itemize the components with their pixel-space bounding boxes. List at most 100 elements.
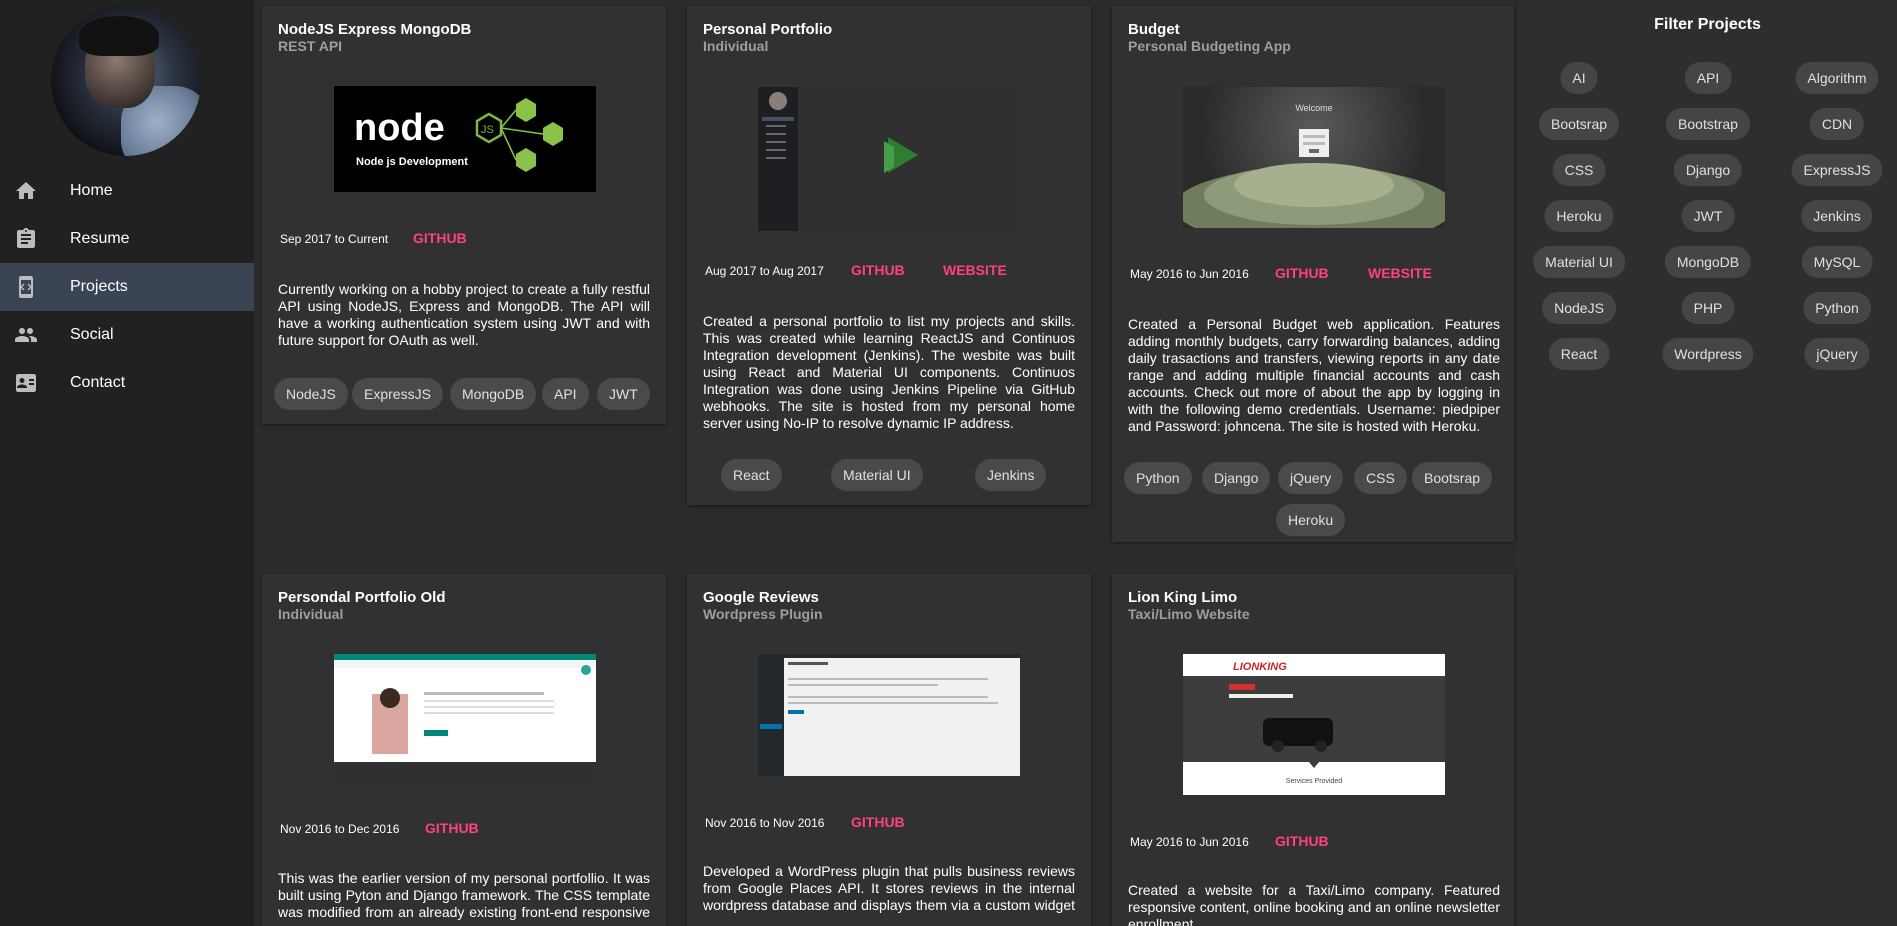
project-description: Created a website for a Taxi/Limo compan… — [1128, 882, 1500, 926]
project-subtitle: Taxi/Limo Website — [1128, 606, 1250, 622]
filter-chip[interactable]: Algorithm — [1795, 62, 1879, 94]
github-link[interactable]: GITHUB — [425, 820, 479, 836]
filter-chip[interactable]: React — [1548, 338, 1610, 370]
project-subtitle: Individual — [703, 38, 769, 54]
nav-item-social[interactable]: Social — [0, 311, 254, 359]
project-title: Google Reviews — [703, 589, 819, 606]
project-image — [334, 654, 596, 782]
tag-chip[interactable]: Django — [1202, 462, 1271, 494]
github-link[interactable]: GITHUB — [413, 230, 467, 246]
clipboard-icon — [17, 228, 35, 248]
image-caption: Services Provided — [1285, 778, 1343, 785]
tag-chip[interactable]: NodeJS — [274, 378, 348, 410]
home-icon — [16, 182, 36, 199]
filter-chip[interactable]: NodeJS — [1542, 292, 1616, 324]
project-date: May 2016 to Jun 2016 — [1130, 835, 1249, 849]
tag-chip[interactable]: Jenkins — [975, 459, 1047, 491]
tag-chip[interactable]: Heroku — [1276, 504, 1346, 536]
website-link[interactable]: WEBSITE — [943, 262, 1007, 278]
avatar — [51, 6, 201, 156]
contact-card-icon — [16, 374, 36, 392]
nav-item-home[interactable]: Home — [0, 167, 254, 215]
image-caption: Node js Development — [356, 156, 468, 168]
project-title: NodeJS Express MongoDB — [278, 21, 472, 38]
nav-label: Resume — [70, 230, 130, 247]
filter-panel: Filter Projects AI API Algorithm Bootsra… — [1518, 0, 1897, 926]
project-title: Personal Portfolio — [703, 21, 833, 38]
nav-label: Home — [70, 182, 113, 199]
project-card: NodeJS Express MongoDB REST API node JS … — [262, 6, 666, 424]
svg-text:node: node — [354, 107, 445, 149]
filter-chip[interactable]: Material UI — [1533, 246, 1625, 278]
project-description: Currently working on a hobby project to … — [278, 281, 650, 348]
filter-chip[interactable]: Python — [1803, 292, 1871, 324]
image-caption: Welcome — [1295, 103, 1333, 113]
tag-chip[interactable]: JWT — [597, 378, 650, 410]
website-link[interactable]: WEBSITE — [1368, 265, 1432, 281]
tag-chip[interactable]: Bootsrap — [1412, 462, 1493, 494]
project-date: Nov 2016 to Dec 2016 — [280, 822, 400, 836]
tag-chip[interactable]: React — [721, 459, 782, 491]
project-subtitle: REST API — [278, 38, 343, 54]
project-date: May 2016 to Jun 2016 — [1130, 267, 1249, 281]
developer-board-icon — [19, 276, 33, 298]
project-description: Created a Personal Budget web applicatio… — [1128, 316, 1500, 434]
project-title: Budget — [1128, 21, 1180, 38]
nav-item-projects[interactable]: Projects — [0, 263, 254, 311]
tag-chip[interactable]: MongoDB — [450, 378, 537, 410]
github-link[interactable]: GITHUB — [851, 814, 905, 830]
github-link[interactable]: GITHUB — [851, 262, 905, 278]
project-card: Lion King Limo Taxi/Limo Website LIONKIN… — [1112, 574, 1514, 926]
project-image: node JS Node js Development — [334, 86, 596, 192]
filter-chip[interactable]: Jenkins — [1801, 200, 1873, 232]
nav-item-contact[interactable]: Contact — [0, 359, 254, 407]
filter-chip[interactable]: ExpressJS — [1791, 154, 1883, 186]
project-card: Personal Portfolio Individual Aug 2017 t… — [687, 6, 1091, 505]
filter-chip[interactable]: Bootsrap — [1538, 108, 1620, 140]
sidebar: Home Resume Projects Social Contact — [0, 0, 254, 926]
project-subtitle: Individual — [278, 606, 344, 622]
filter-chip[interactable]: MySQL — [1801, 246, 1873, 278]
filter-chip[interactable]: jQuery — [1804, 338, 1870, 370]
tag-chip[interactable]: ExpressJS — [352, 378, 443, 410]
filter-chip[interactable]: Django — [1673, 154, 1743, 186]
nav-label: Projects — [70, 278, 128, 295]
tag-chip[interactable]: jQuery — [1278, 462, 1344, 494]
project-date: Sep 2017 to Current — [280, 232, 389, 246]
github-link[interactable]: GITHUB — [1275, 833, 1329, 849]
people-icon — [15, 328, 37, 342]
filter-chip[interactable]: Wordpress — [1662, 338, 1754, 370]
project-card: Budget Personal Budgeting App Welcome Ma… — [1112, 6, 1514, 542]
filter-chip[interactable]: API — [1684, 62, 1732, 94]
project-date: Aug 2017 to Aug 2017 — [705, 264, 824, 278]
nav-item-resume[interactable]: Resume — [0, 215, 254, 263]
filter-title: Filter Projects — [1654, 16, 1761, 33]
project-description: Created a personal portfolio to list my … — [703, 313, 1075, 431]
project-title: Lion King Limo — [1128, 589, 1238, 606]
github-link[interactable]: GITHUB — [1275, 265, 1329, 281]
project-description: Developed a WordPress plugin that pulls … — [703, 863, 1075, 915]
tag-chip[interactable]: Python — [1124, 462, 1192, 494]
tag-chip[interactable]: CSS — [1354, 462, 1407, 494]
filter-chip[interactable]: JWT — [1681, 200, 1735, 232]
filter-chip[interactable]: PHP — [1681, 292, 1735, 324]
project-card: Persondal Portfolio Old Individual Nov 2… — [262, 574, 666, 926]
project-image — [758, 654, 1020, 776]
project-subtitle: Personal Budgeting App — [1128, 38, 1291, 54]
project-image: LIONKING Services Provided — [1183, 654, 1445, 795]
project-subtitle: Wordpress Plugin — [703, 606, 823, 622]
tag-chip[interactable]: API — [542, 378, 589, 410]
svg-text:LIONKING: LIONKING — [1233, 661, 1287, 673]
filter-chip[interactable]: MongoDB — [1664, 246, 1752, 278]
tag-chip[interactable]: Material UI — [831, 459, 923, 491]
filter-chip[interactable]: AI — [1560, 62, 1598, 94]
filter-chip[interactable]: Bootstrap — [1666, 108, 1750, 140]
project-card: Google Reviews Wordpress Plugin Nov 2016… — [687, 574, 1091, 926]
project-image — [758, 87, 1020, 231]
filter-chip[interactable]: CSS — [1552, 154, 1606, 186]
project-title: Persondal Portfolio Old — [278, 589, 446, 606]
project-image: Welcome — [1183, 87, 1445, 228]
filter-chip[interactable]: Heroku — [1544, 200, 1614, 232]
project-date: Nov 2016 to Nov 2016 — [705, 816, 825, 830]
filter-chip[interactable]: CDN — [1809, 108, 1865, 140]
